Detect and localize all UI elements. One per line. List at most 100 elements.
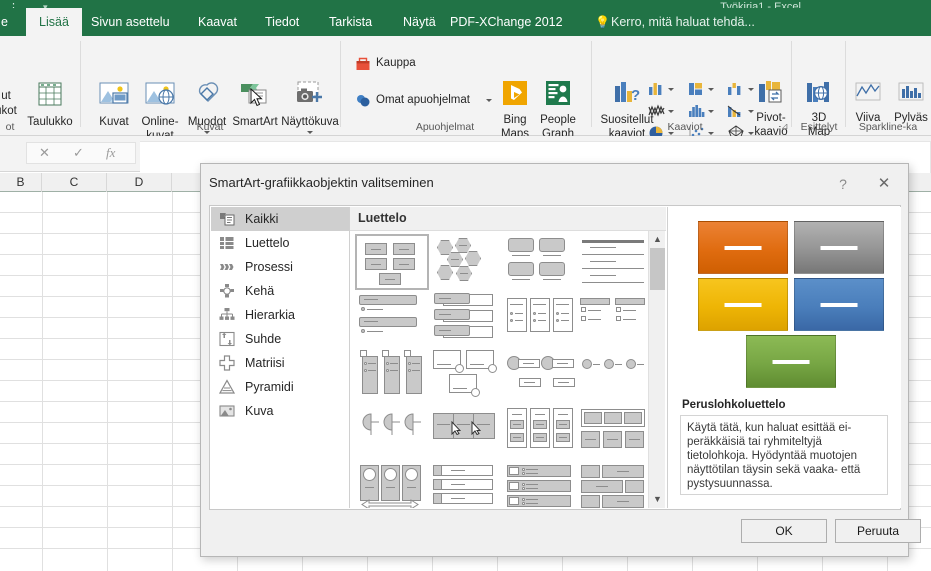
gallery-item-pie-process[interactable]: [355, 405, 429, 461]
gallery-item-tab-list[interactable]: [429, 462, 503, 508]
bing-maps-icon: [494, 80, 536, 112]
gallery-item-circle-accent-timeline[interactable]: [577, 348, 648, 404]
tell-me-box[interactable]: Kerro, mitä haluat tehdä...: [611, 8, 755, 36]
gallery-item-vertical-block-list[interactable]: [503, 405, 577, 461]
tab-lisaa[interactable]: Lisää: [26, 8, 82, 36]
preview-shape-yellow: [698, 278, 788, 331]
gallery-item-square-accent-list[interactable]: [577, 291, 648, 347]
gallery-item-picture-caption-list[interactable]: [503, 234, 577, 290]
hierarchy-chart-icon[interactable]: [688, 81, 706, 102]
gallery-item-alternating-picture-blocks[interactable]: [577, 462, 648, 508]
column-header-b[interactable]: B: [0, 173, 42, 192]
category-item-keha[interactable]: Kehä: [211, 279, 349, 303]
close-icon[interactable]: ✕: [869, 172, 899, 196]
ribbon-button-pylvas[interactable]: Pylväs: [889, 80, 931, 124]
category-item-luettelo[interactable]: Luettelo: [211, 231, 349, 255]
combo-chart-icon[interactable]: [727, 103, 745, 124]
waterfall-chart-icon[interactable]: [727, 81, 745, 102]
list-icon: [219, 235, 235, 251]
gallery-item-lined-list[interactable]: [577, 234, 648, 290]
chart-dialog-launcher-icon[interactable]: ⊿: [781, 121, 789, 132]
ribbon-button-pivot-kaavio[interactable]: Pivot- kaavio: [745, 80, 797, 139]
ribbon-button-kauppa[interactable]: Kauppa: [376, 57, 416, 69]
category-item-pyramidi[interactable]: Pyramidi: [211, 375, 349, 399]
scroll-up-icon[interactable]: ▲: [649, 231, 666, 248]
ribbon-button-online-kuvat[interactable]: Online- kuvat: [134, 80, 186, 143]
ribbon-button-kuvat[interactable]: Kuvat: [88, 80, 140, 128]
category-label: Luettelo: [245, 236, 290, 250]
insert-function-icon[interactable]: fx: [106, 145, 115, 161]
gallery-item-circle-picture-list[interactable]: [503, 348, 577, 404]
gallery-item-vertical-box-list[interactable]: [429, 291, 503, 347]
chevron-down-icon[interactable]: [708, 88, 714, 91]
gallery-items[interactable]: [350, 231, 648, 508]
ribbon-group-label-esittelyt: Esittelyt: [800, 121, 838, 133]
chevron-down-icon[interactable]: [668, 88, 674, 91]
enter-formula-icon[interactable]: ✓: [73, 145, 84, 161]
tab-pdf-xchange[interactable]: PDF-XChange 2012: [441, 8, 572, 36]
gallery-item-horizontal-bullet-list[interactable]: [503, 291, 577, 347]
group-separator: [340, 41, 341, 127]
tab-nayta[interactable]: Näytä: [394, 8, 445, 36]
layout-gallery: Luettelo ▲ ▼: [350, 207, 666, 508]
gallery-item-vertical-bullet-list[interactable]: [355, 291, 429, 347]
online-pictures-icon: [134, 80, 186, 114]
help-icon[interactable]: ?: [829, 172, 857, 196]
category-label: Hierarkia: [245, 308, 296, 322]
ok-button[interactable]: OK: [741, 519, 827, 543]
column-chart-icon[interactable]: [648, 81, 666, 102]
tab-tiedot[interactable]: Tiedot: [256, 8, 308, 36]
gallery-item-stacked-list[interactable]: [355, 348, 429, 404]
gallery-item-picture-accent-blocks[interactable]: [429, 348, 503, 404]
column-header-d[interactable]: D: [107, 173, 172, 192]
group-separator: [845, 41, 846, 127]
category-label: Prosessi: [245, 260, 293, 274]
ribbon-tabstrip: e Lisää Sivun asettelu Kaavat Tiedot Tar…: [0, 8, 931, 36]
preview-shape-gray: [794, 221, 884, 274]
cancel-formula-icon[interactable]: ✕: [39, 145, 50, 161]
gallery-item-honeycomb[interactable]: [429, 234, 503, 290]
cancel-button[interactable]: Peruuta: [835, 519, 921, 543]
tab-tarkista[interactable]: Tarkista: [320, 8, 381, 36]
bing-maps-label-1: Bing: [503, 113, 527, 126]
gallery-item-grouped-list[interactable]: [577, 405, 648, 461]
ribbon-button-bing-maps[interactable]: Bing Maps: [494, 80, 536, 141]
category-item-suhde[interactable]: Suhde: [211, 327, 349, 351]
ribbon-button-viiva[interactable]: Viiva: [849, 80, 887, 124]
tab-sivun-asettelu[interactable]: Sivun asettelu: [82, 8, 179, 36]
ribbon-button-omat-apuohjelmat[interactable]: Omat apuohjelmat: [376, 94, 470, 106]
table-icon: [16, 80, 84, 114]
chevron-down-icon[interactable]: [668, 110, 674, 113]
gallery-item-picture-bullet-bands[interactable]: [503, 462, 577, 508]
category-item-matriisi[interactable]: Matriisi: [211, 351, 349, 375]
svg-text:?: ?: [631, 87, 640, 104]
preview-shape-orange: [698, 221, 788, 274]
gallery-section-header: Luettelo: [350, 207, 666, 231]
chevron-down-icon[interactable]: [708, 110, 714, 113]
ribbon-button-nayttokuva[interactable]: Näyttökuva: [278, 80, 342, 134]
category-item-hierarkia[interactable]: Hierarkia: [211, 303, 349, 327]
chevron-down-icon[interactable]: [307, 131, 313, 134]
picture-icon: [219, 403, 235, 419]
category-item-kuva[interactable]: Kuva: [211, 399, 349, 423]
column-header-c[interactable]: C: [42, 173, 107, 192]
gallery-item-circle-picture-band[interactable]: [355, 462, 429, 508]
sparkline-column-icon: [889, 80, 931, 110]
name-box[interactable]: [0, 141, 18, 165]
my-addins-icon: [355, 93, 371, 114]
gallery-scrollbar[interactable]: ▲ ▼: [648, 231, 665, 508]
gallery-item-chevron-picture-list[interactable]: [429, 405, 503, 461]
3d-map-icon: [796, 80, 842, 110]
category-item-prosessi[interactable]: Prosessi: [211, 255, 349, 279]
tab-partial-previous[interactable]: e: [0, 8, 17, 36]
category-label: Kuva: [245, 404, 274, 418]
pyramid-icon: [218, 379, 236, 395]
ribbon-button-people-graph[interactable]: People Graph: [534, 80, 582, 141]
category-label: Suhde: [245, 332, 282, 346]
scroll-down-icon[interactable]: ▼: [649, 491, 666, 508]
chevron-down-icon[interactable]: [486, 99, 492, 102]
scrollbar-thumb[interactable]: [650, 248, 665, 290]
category-item-kaikki[interactable]: Kaikki: [211, 207, 349, 231]
tab-kaavat[interactable]: Kaavat: [189, 8, 246, 36]
gallery-item-basic-block-list[interactable]: [355, 234, 429, 290]
